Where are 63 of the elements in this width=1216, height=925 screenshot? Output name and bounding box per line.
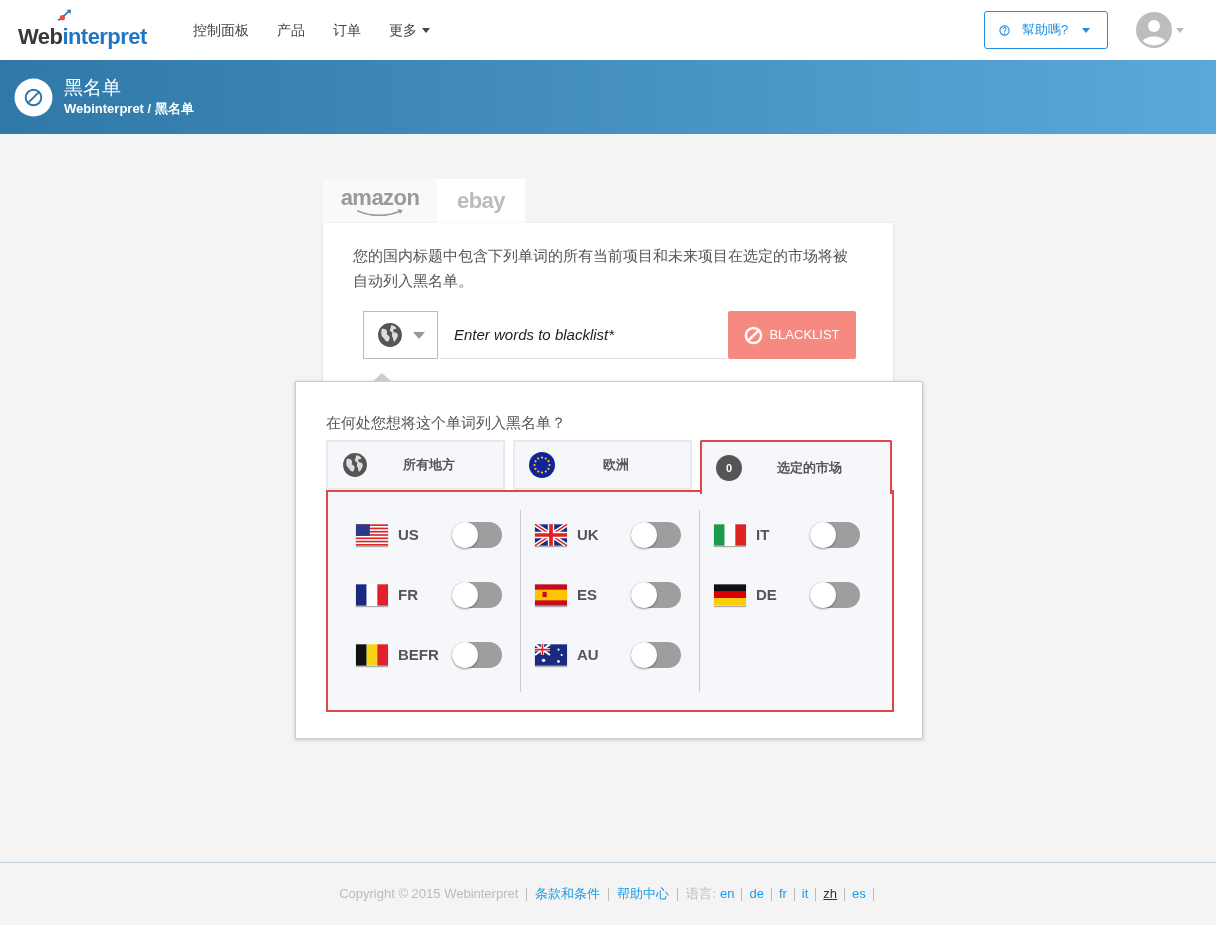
language-link[interactable]: fr [778,884,787,904]
globe-icon [376,322,403,348]
logo-swoosh-icon [56,7,74,22]
help-button[interactable]: 幫助嗎? [984,11,1108,49]
question-icon [999,24,1010,36]
market-code: UK [577,524,600,545]
scope-option[interactable]: 0 选定的市场 [700,440,892,494]
market-toggle[interactable] [631,642,681,668]
market-toggle[interactable] [810,582,860,608]
caret-icon [412,331,425,339]
webinterpret-logo[interactable]: Webinterpret [18,7,147,53]
market-toggle[interactable] [631,522,681,548]
language-link[interactable]: es [852,884,866,904]
flag-icon [535,584,567,606]
copyright-text: Copyright © 2015 Webinterpret [339,885,519,904]
market-code: DE [756,584,778,605]
language-link[interactable]: en [719,884,735,904]
market-code: FR [398,584,419,605]
blacklist-button[interactable]: BLACKLIST [728,311,856,359]
block-icon [14,77,53,117]
market-code: US [398,524,420,545]
market-code: BEFR [398,644,440,665]
caret-icon [1176,27,1184,33]
scope-option[interactable]: 所有地方 [326,440,506,490]
market-code: IT [756,524,771,545]
market-toggle[interactable] [631,582,681,608]
caret-icon [1082,27,1091,33]
flag-icon [714,584,746,606]
marketplace-tab[interactable]: ebay [437,179,525,223]
market-toggle[interactable] [452,522,502,548]
market-code: ES [577,584,598,605]
description-text: 您的国内标题中包含下列单词的所有当前项目和未来项目在选定的市场将被自动列入黑名单。 [353,246,849,291]
flag-icon [356,524,388,546]
breadcrumb: Webinterpret / 黑名单 [64,100,194,118]
scope-option[interactable]: 欧洲 [513,440,693,490]
market-toggle[interactable] [452,582,502,608]
nav-link[interactable]: 订单 [332,19,361,41]
language-link[interactable]: it [801,884,809,904]
nav-link[interactable]: 产品 [276,19,305,41]
flag-icon [356,584,388,606]
language-link[interactable]: zh [823,884,838,904]
flag-icon [356,644,388,666]
globe-icon [342,452,368,478]
nav-link[interactable]: 更多 [388,19,430,41]
block-icon [744,325,764,345]
market-code: AU [577,644,600,665]
flag-icon [535,524,567,546]
flag-icon [714,524,746,546]
flag-icon [535,644,567,666]
region-dropdown[interactable] [363,311,438,359]
footer-link[interactable]: 帮助中心 [617,884,670,904]
count-badge: 0 [716,455,743,481]
language-link[interactable]: de [749,884,764,904]
market-toggle[interactable] [810,522,860,548]
page-title: 黑名单 [64,76,122,100]
words-input[interactable]: Enter words to blacklist* [440,311,726,359]
footer-link[interactable]: 条款和条件 [535,884,601,904]
popover-question: 在何处您想将这个单词列入黑名单？ [326,413,567,433]
marketplace-tab[interactable]: amazon [323,179,437,223]
eu-flag-icon [529,452,556,478]
user-avatar[interactable] [1136,12,1172,48]
market-toggle[interactable] [452,642,502,668]
nav-link[interactable]: 控制面板 [192,19,249,41]
